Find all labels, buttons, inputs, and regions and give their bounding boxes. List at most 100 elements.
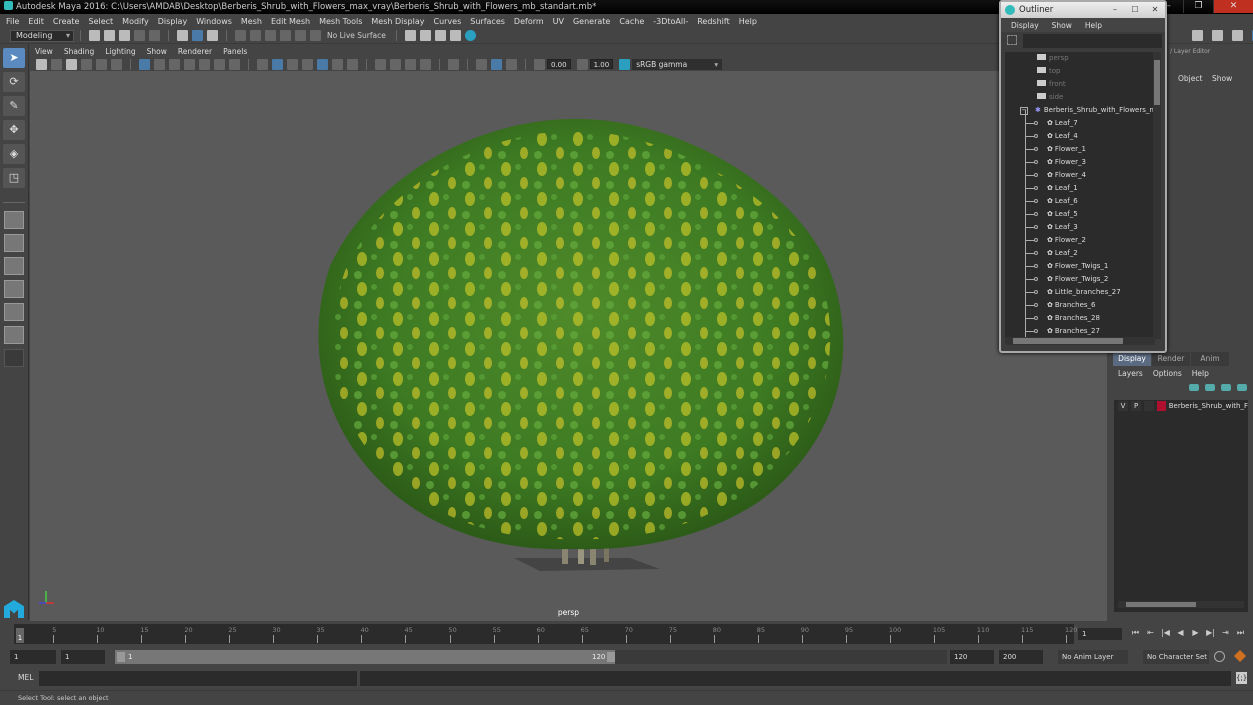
snap-point-icon[interactable] [265, 30, 276, 41]
outliner-menu-help[interactable]: Help [1085, 21, 1102, 30]
outliner-mesh-item[interactable]: ✿ Flower_Twigs_1 [1005, 260, 1155, 273]
layer-row[interactable]: V P Berberis_Shrub_with_F [1114, 400, 1248, 412]
close-button[interactable]: ✕ [1213, 0, 1253, 13]
menu-mesh-display[interactable]: Mesh Display [371, 17, 424, 26]
current-frame-field[interactable]: 1 [1078, 628, 1122, 640]
outliner-menu-show[interactable]: Show [1052, 21, 1072, 30]
single-perspective-layout-icon[interactable] [4, 211, 24, 229]
snap-curve-icon[interactable] [250, 30, 261, 41]
resolution-gate-icon[interactable] [169, 58, 180, 70]
tool-settings-icon[interactable] [1232, 30, 1243, 41]
menu-create[interactable]: Create [53, 17, 80, 26]
undo-icon[interactable] [134, 30, 145, 41]
layer-type-toggle[interactable] [1144, 401, 1155, 411]
menu-mesh-tools[interactable]: Mesh Tools [319, 17, 362, 26]
current-frame-marker[interactable]: 1 [16, 628, 24, 643]
outliner-maximize-button[interactable]: ☐ [1125, 2, 1145, 18]
outliner-mesh-item[interactable]: ✿ Little_branches_27 [1005, 286, 1155, 299]
move-layer-down-icon[interactable] [1205, 383, 1215, 391]
exposure-icon[interactable] [534, 58, 545, 70]
hypershade-layout-icon[interactable] [4, 326, 24, 344]
script-editor-icon[interactable]: {;} [1236, 672, 1247, 684]
menu-select[interactable]: Select [88, 17, 113, 26]
outliner-filter-icon[interactable] [1007, 35, 1017, 45]
attribute-editor-icon[interactable] [1212, 30, 1223, 41]
color-space-dropdown[interactable]: sRGB gamma [632, 58, 723, 70]
go-to-start-button[interactable]: ⏮ [1128, 628, 1143, 638]
outliner-mesh-item[interactable]: ✿ Leaf_3 [1005, 221, 1155, 234]
menu-surfaces[interactable]: Surfaces [470, 17, 505, 26]
render-settings-icon[interactable] [449, 30, 461, 41]
film-gate-icon[interactable] [154, 58, 165, 70]
magnet-icon[interactable] [310, 30, 321, 41]
outliner-group-item[interactable]: − ✱ Berberis_Shrub_with_Flowers_n [1005, 104, 1155, 117]
viewport-menu-renderer[interactable]: Renderer [178, 47, 212, 56]
range-end-handle[interactable] [607, 652, 615, 662]
restore-button[interactable]: ❐ [1183, 0, 1213, 13]
select-component-icon[interactable] [207, 30, 218, 41]
character-set-dropdown[interactable]: No Character Set [1143, 650, 1209, 664]
menu-redshift[interactable]: Redshift [697, 17, 729, 26]
camera-attributes-icon[interactable] [51, 58, 62, 70]
safe-action-icon[interactable] [214, 58, 225, 70]
layer-menu-options[interactable]: Options [1153, 369, 1182, 378]
layer-visibility-toggle[interactable]: V [1118, 401, 1129, 411]
textured-icon[interactable] [317, 58, 328, 70]
outliner-persp-layout-icon[interactable] [4, 303, 24, 321]
layer-menu-help[interactable]: Help [1192, 369, 1209, 378]
outliner-mesh-item[interactable]: ✿ Leaf_6 [1005, 195, 1155, 208]
color-management-icon[interactable] [619, 58, 631, 70]
perspective-viewport[interactable]: persp [30, 71, 1107, 621]
collapse-icon[interactable]: − [1020, 107, 1028, 115]
menu-file[interactable]: File [6, 17, 19, 26]
channel-box-column-object[interactable]: Object [1178, 74, 1202, 83]
select-hierarchy-icon[interactable] [177, 30, 188, 41]
viewport-menu-show[interactable]: Show [147, 47, 167, 56]
gamma-icon[interactable] [576, 58, 588, 70]
play-backwards-button[interactable]: ◀ [1173, 628, 1188, 638]
menu-3dtoall[interactable]: -3DtoAll- [653, 17, 688, 26]
field-chart-icon[interactable] [199, 58, 210, 70]
menu-curves[interactable]: Curves [433, 17, 461, 26]
outliner-vertical-scrollbar[interactable] [1153, 52, 1161, 339]
open-scene-icon[interactable] [104, 30, 115, 41]
custom-layout-icon[interactable] [4, 349, 24, 367]
viewport-menu-lighting[interactable]: Lighting [105, 47, 135, 56]
outliner-mesh-item[interactable]: ✿ Leaf_4 [1005, 130, 1155, 143]
gamma-field[interactable]: 1.00 [589, 59, 614, 69]
outliner-mesh-item[interactable]: ✿ Leaf_2 [1005, 247, 1155, 260]
gate-mask-icon[interactable] [184, 58, 195, 70]
outliner-camera-item[interactable]: side [1005, 91, 1155, 104]
redo-icon[interactable] [149, 30, 160, 41]
menu-edit-mesh[interactable]: Edit Mesh [271, 17, 310, 26]
outliner-mesh-item[interactable]: ✿ Leaf_7 [1005, 117, 1155, 130]
step-forward-key-button[interactable]: ⇥ [1218, 628, 1233, 638]
animation-start-field[interactable]: 1 [10, 650, 56, 664]
play-forwards-button[interactable]: ▶ [1188, 628, 1203, 638]
live-surface-label[interactable]: No Live Surface [327, 31, 386, 40]
viewport-menu-view[interactable]: View [35, 47, 53, 56]
outliner-mesh-item[interactable]: ✿ Flower_Twigs_2 [1005, 273, 1155, 286]
hypershade-icon[interactable] [464, 30, 476, 41]
new-layer-selected-icon[interactable] [1237, 383, 1247, 391]
layer-menu-layers[interactable]: Layers [1118, 369, 1143, 378]
outliner-camera-item[interactable]: top [1005, 65, 1155, 78]
snap-view-plane-icon[interactable] [280, 30, 291, 41]
range-start-handle[interactable] [117, 652, 125, 662]
move-layer-up-icon[interactable] [1189, 383, 1199, 391]
xray-joints-icon[interactable] [506, 58, 517, 70]
wireframe-on-shaded-icon[interactable] [302, 58, 313, 70]
exposure-field[interactable]: 0.00 [547, 59, 571, 69]
outliner-mesh-item[interactable]: ✿ Branches_6 [1005, 299, 1155, 312]
xray-icon[interactable] [476, 58, 487, 70]
xray-active-components-icon[interactable] [491, 58, 502, 70]
render-view-icon[interactable] [404, 30, 416, 41]
outliner-horizontal-scrollbar[interactable] [1005, 337, 1155, 345]
auto-key-icon[interactable] [1214, 651, 1225, 662]
smooth-shade-icon[interactable] [272, 58, 283, 70]
menu-windows[interactable]: Windows [196, 17, 232, 26]
select-object-icon[interactable] [192, 30, 203, 41]
save-scene-icon[interactable] [119, 30, 130, 41]
isolate-select-icon[interactable] [448, 58, 459, 70]
shadows-icon[interactable] [347, 58, 358, 70]
